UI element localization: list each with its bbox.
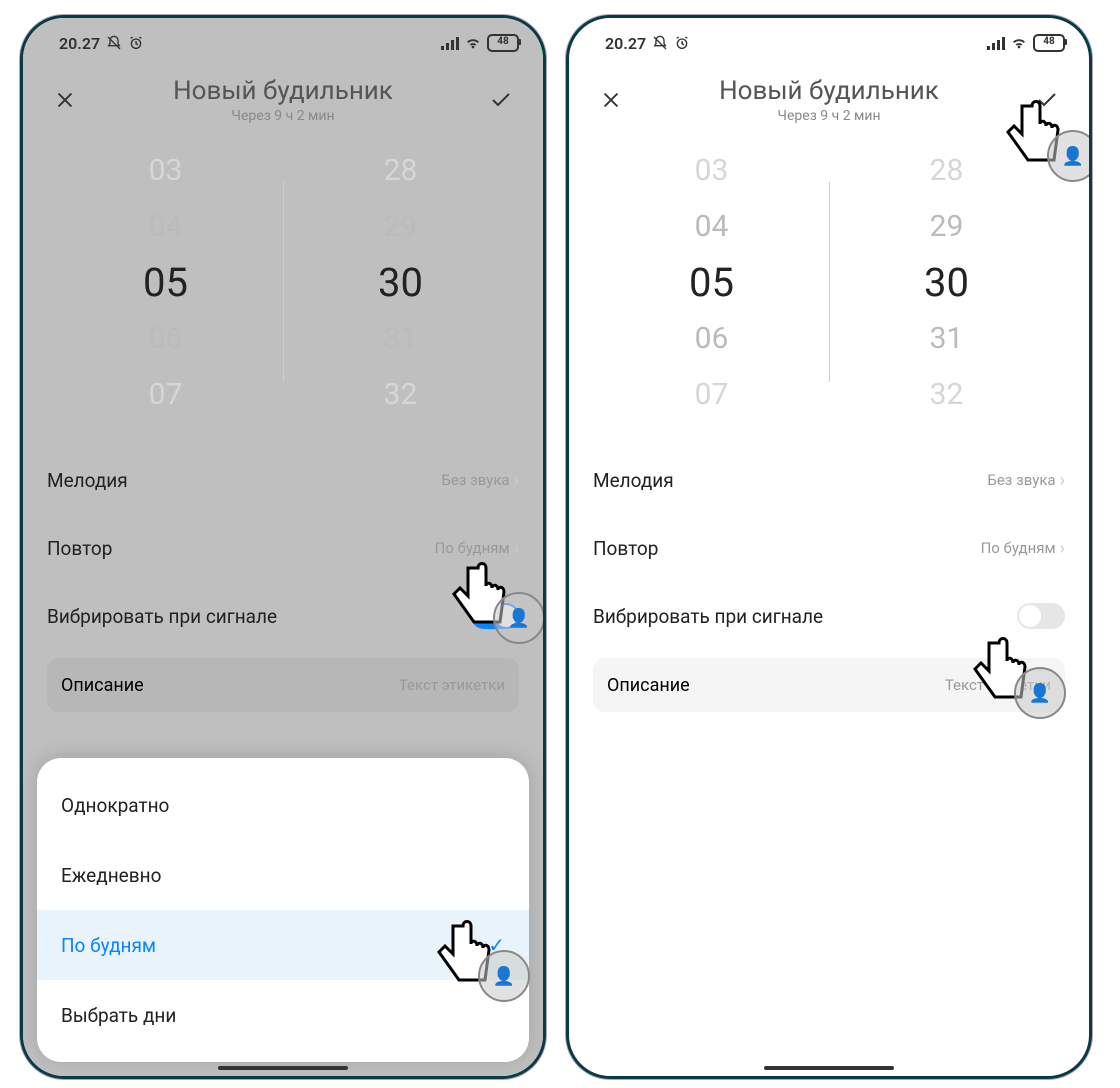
page-title: Новый будильник <box>629 76 1029 106</box>
battery-icon: 48 <box>1033 34 1065 52</box>
wifi-icon <box>465 35 481 51</box>
alarm-clock-icon <box>674 35 690 51</box>
page-header: Новый будильник Через 9 ч 2 мин <box>569 58 1089 132</box>
hour-wheel[interactable]: 03 04 05 06 07 <box>49 142 283 422</box>
alarm-clock-icon <box>128 35 144 51</box>
minute-wheel[interactable]: 28 29 30 31 32 <box>284 142 518 422</box>
option-once[interactable]: Однократно <box>37 770 529 840</box>
row-repeat[interactable]: Повтор По будням› <box>47 514 519 582</box>
status-bar: 20.27 48 <box>23 18 543 58</box>
row-melody[interactable]: Мелодия Без звука› <box>593 446 1065 514</box>
status-time: 20.27 <box>59 34 100 53</box>
chevron-right-icon: › <box>514 538 519 559</box>
row-melody[interactable]: Мелодия Без звука› <box>47 446 519 514</box>
settings-list: Мелодия Без звука› Повтор По будням› Виб… <box>569 440 1089 718</box>
page-header: Новый будильник Через 9 ч 2 мин <box>23 58 543 132</box>
option-weekdays[interactable]: По будням ✓ <box>37 910 529 980</box>
status-bar: 20.27 48 <box>569 18 1089 58</box>
settings-list: Мелодия Без звука› Повтор По будням› Виб… <box>23 440 543 718</box>
signal-icon <box>987 36 1005 50</box>
wifi-icon <box>1011 35 1027 51</box>
time-picker[interactable]: 03 04 05 06 07 28 29 30 31 32 <box>23 132 543 440</box>
chevron-right-icon: › <box>514 470 519 491</box>
bell-slash-icon <box>106 35 122 51</box>
chevron-right-icon: › <box>1060 470 1065 491</box>
page-subtitle: Через 9 ч 2 мин <box>83 108 483 124</box>
vibrate-toggle[interactable] <box>1017 603 1065 629</box>
row-vibrate[interactable]: Вибрировать при сигнале <box>593 582 1065 650</box>
minute-wheel[interactable]: 28 29 30 31 32 <box>830 142 1064 422</box>
row-vibrate[interactable]: Вибрировать при сигнале <box>47 582 519 650</box>
row-description[interactable]: Описание Текст этикетки <box>593 658 1065 712</box>
row-repeat[interactable]: Повтор По будням› <box>593 514 1065 582</box>
repeat-options-sheet: Однократно Ежедневно По будням ✓ Выбрать… <box>37 758 529 1062</box>
home-indicator[interactable] <box>764 1066 894 1070</box>
hour-wheel[interactable]: 03 04 05 06 07 <box>595 142 829 422</box>
confirm-button[interactable] <box>483 82 519 118</box>
battery-icon: 48 <box>487 34 519 52</box>
home-indicator[interactable] <box>218 1066 348 1070</box>
chevron-right-icon: › <box>1060 538 1065 559</box>
row-description[interactable]: Описание Текст этикетки <box>47 658 519 712</box>
phone-left: 20.27 48 Новый будильник Через 9 ч 2 мин <box>20 15 546 1079</box>
vibrate-toggle[interactable] <box>471 603 519 629</box>
signal-icon <box>441 36 459 50</box>
page-title: Новый будильник <box>83 76 483 106</box>
confirm-button[interactable] <box>1029 82 1065 118</box>
check-icon: ✓ <box>488 933 505 957</box>
status-time: 20.27 <box>605 34 646 53</box>
bell-slash-icon <box>652 35 668 51</box>
time-picker[interactable]: 03 04 05 06 07 28 29 30 31 32 <box>569 132 1089 440</box>
page-subtitle: Через 9 ч 2 мин <box>629 108 1029 124</box>
option-choose-days[interactable]: Выбрать дни <box>37 980 529 1050</box>
phone-right: 20.27 48 Новый будильник Через 9 ч 2 мин <box>566 15 1092 1079</box>
option-daily[interactable]: Ежедневно <box>37 840 529 910</box>
close-button[interactable] <box>593 82 629 118</box>
close-button[interactable] <box>47 82 83 118</box>
